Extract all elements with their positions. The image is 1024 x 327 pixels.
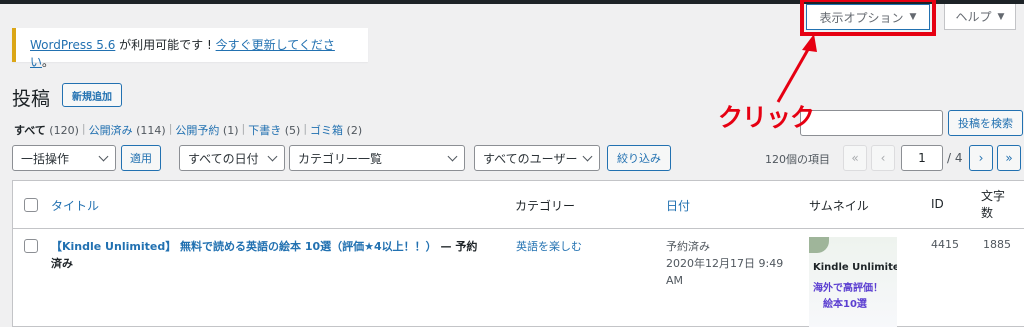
next-page-button[interactable]: › (969, 145, 993, 171)
user-filter-select[interactable]: すべてのユーザー (474, 145, 600, 171)
search-input[interactable] (800, 110, 943, 136)
notice-period: 。 (42, 55, 55, 69)
post-id: 4415 (931, 238, 959, 251)
view-scheduled[interactable]: 公開予約 (1) (175, 122, 238, 138)
screen-options-button[interactable]: 表示オプション ▼ (800, 0, 936, 36)
add-new-button[interactable]: 新規追加 (62, 83, 122, 107)
select-all-checkbox[interactable] (24, 198, 38, 212)
screen-options-label: 表示オプション (819, 10, 904, 25)
caret-down-icon: ▼ (997, 11, 1005, 22)
view-drafts[interactable]: 下書き (5) (248, 122, 300, 138)
help-button[interactable]: ヘルプ ▼ (944, 4, 1016, 30)
total-pages: / 4 (947, 151, 963, 165)
current-page-input[interactable]: 1 (901, 145, 943, 171)
help-label: ヘルプ (955, 10, 992, 24)
post-title-cell: 【Kindle Unlimited】 無料で読める英語の絵本 10選（評価★4以… (51, 238, 501, 272)
post-category-link[interactable]: 英語を楽しむ (516, 238, 582, 254)
category-filter-select[interactable]: カテゴリー一覧 (289, 145, 465, 171)
chevron-down-icon (582, 151, 593, 161)
view-trash[interactable]: ゴミ箱 (2) (310, 122, 362, 138)
filter-button[interactable]: 絞り込み (607, 145, 671, 171)
column-thumbnail: サムネイル (809, 199, 869, 213)
last-page-button[interactable]: » (997, 145, 1021, 171)
column-title[interactable]: タイトル (51, 197, 99, 214)
post-char-count: 1885 (983, 238, 1011, 251)
screen-meta-links: 表示オプション ▼ ヘルプ ▼ (800, 0, 1016, 36)
separator: | (303, 122, 308, 135)
date-filter-select[interactable]: すべての日付 (179, 145, 285, 171)
post-state: — 予約 (440, 240, 478, 253)
view-all[interactable]: すべて (120) (14, 122, 79, 138)
search-posts-button[interactable]: 投稿を検索 (948, 110, 1023, 136)
chevron-down-icon (98, 151, 109, 161)
chevron-down-icon (267, 151, 278, 161)
item-count: 120個の項目 (765, 153, 830, 166)
bulk-actions-select[interactable]: 一括操作 (12, 145, 116, 171)
post-date-cell: 予約済み 2020年12月17日 9:49 AM (666, 240, 784, 287)
post-state-cont: 済み (51, 257, 73, 270)
row-checkbox[interactable] (24, 239, 38, 253)
chevron-down-icon (447, 151, 458, 161)
separator: | (81, 122, 86, 135)
column-date[interactable]: 日付 (666, 197, 690, 214)
update-notice: WordPress 5.6 が利用可能です ! 今すぐ更新してください。 (12, 28, 368, 69)
column-category: カテゴリー (515, 199, 576, 213)
posts-table: タイトル カテゴリー 日付 サムネイル ID 文字 数 【Kindle Unli… (12, 180, 1024, 327)
column-id: ID (931, 197, 944, 211)
notice-text: が利用可能です ! (115, 38, 216, 52)
leaf-decoration (809, 237, 829, 253)
apply-button[interactable]: 適用 (121, 145, 161, 171)
click-annotation: クリック (718, 103, 815, 132)
post-thumbnail: Kindle Unlimite 海外で高評価！ 絵本10選 (809, 237, 897, 327)
column-char-count: 文字 数 (981, 189, 1006, 220)
post-title-link[interactable]: 【Kindle Unlimited】 無料で読める英語の絵本 10選（評価★4以… (51, 240, 437, 253)
caret-down-icon: ▼ (909, 12, 917, 22)
prev-page-button[interactable]: ‹ (871, 145, 895, 171)
view-published[interactable]: 公開済み (114) (89, 122, 166, 138)
table-header: タイトル カテゴリー 日付 サムネイル ID 文字 数 (13, 181, 1024, 229)
post-status-views: すべて (120) | 公開済み (114) | 公開予約 (1) | 下書き … (14, 122, 362, 138)
first-page-button[interactable]: « (843, 145, 867, 171)
page-title: 投稿 (12, 88, 51, 110)
wordpress-version-link[interactable]: WordPress 5.6 (30, 38, 115, 52)
separator: | (168, 122, 173, 135)
separator: | (241, 122, 246, 135)
